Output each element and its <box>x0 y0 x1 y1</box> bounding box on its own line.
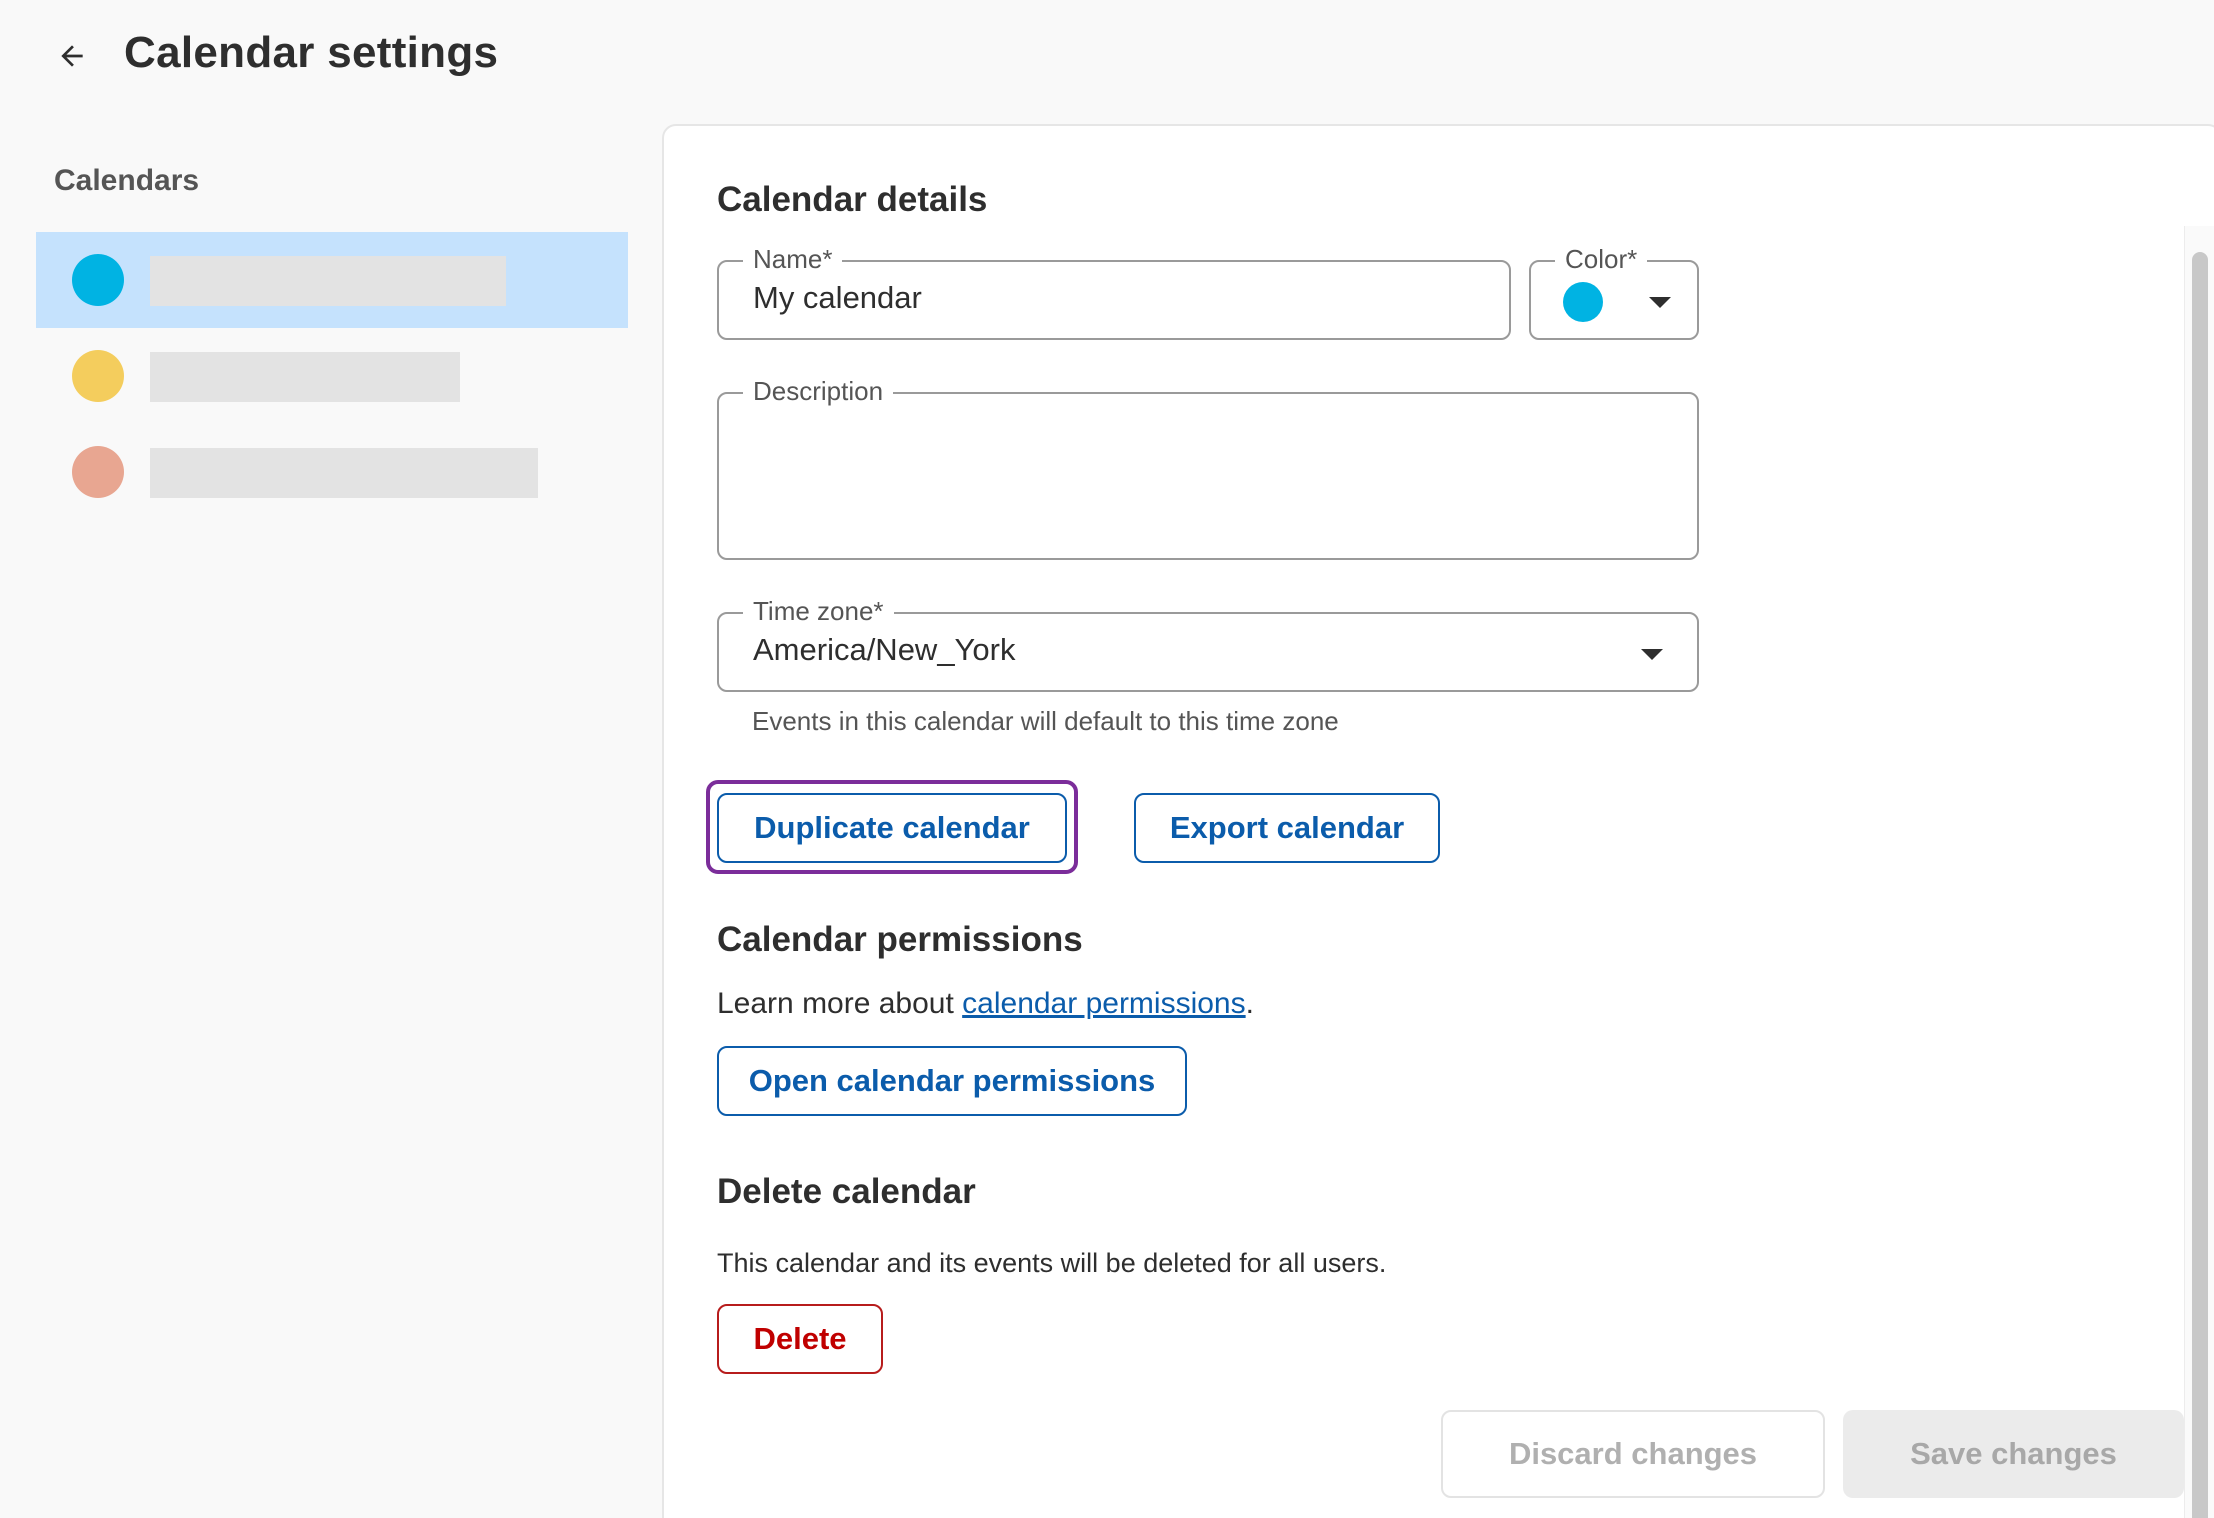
sidebar-title: Calendars <box>54 164 200 197</box>
description-field-label: Description <box>743 374 894 408</box>
delete-calendar-title: Delete calendar <box>717 1172 976 1211</box>
timezone-select[interactable]: Time zone* America/New_York <box>717 594 1699 692</box>
page-title: Calendar settings <box>124 28 499 77</box>
timezone-helper-text: Events in this calendar will default to … <box>752 706 1339 736</box>
sidebar-item-calendar-3[interactable] <box>36 424 628 520</box>
calendar-details-title: Calendar details <box>717 180 988 219</box>
arrow-left-icon <box>61 45 83 67</box>
page-header: Calendar settings <box>0 0 2214 110</box>
caret-down-icon <box>1649 297 1671 308</box>
calendar-name-placeholder <box>150 352 460 402</box>
open-calendar-permissions-button[interactable]: Open calendar permissions <box>717 1046 1187 1116</box>
timezone-value: America/New_York <box>753 632 1016 667</box>
panel-scrollbar[interactable] <box>2184 226 2214 1518</box>
back-button[interactable] <box>46 30 98 82</box>
sidebar-item-calendar-2[interactable] <box>36 328 628 424</box>
calendar-color-dot <box>72 350 124 402</box>
discard-changes-button[interactable]: Discard changes <box>1441 1410 1825 1498</box>
calendars-sidebar: Calendars <box>0 124 660 1518</box>
calendar-color-dot <box>72 446 124 498</box>
description-field[interactable]: Description <box>717 374 1699 560</box>
calendar-color-dot <box>72 254 124 306</box>
save-changes-button[interactable]: Save changes <box>1843 1410 2184 1498</box>
delete-warning-text: This calendar and its events will be del… <box>717 1248 1387 1278</box>
caret-down-icon <box>1641 649 1663 660</box>
delete-button[interactable]: Delete <box>717 1304 883 1374</box>
permissions-learn-more: Learn more about calendar permissions. <box>717 987 1254 1020</box>
timezone-field-label: Time zone* <box>743 594 894 628</box>
calendar-name-placeholder <box>150 448 538 498</box>
calendar-permissions-link[interactable]: calendar permissions <box>962 987 1245 1020</box>
name-field[interactable]: Name* My calendar <box>717 242 1511 340</box>
scrollbar-thumb[interactable] <box>2192 252 2208 1518</box>
color-field-label: Color* <box>1555 242 1648 276</box>
name-input-value[interactable]: My calendar <box>753 280 922 316</box>
selected-color-swatch <box>1563 282 1603 322</box>
calendar-permissions-title: Calendar permissions <box>717 920 1083 959</box>
sidebar-item-calendar-1[interactable] <box>36 232 628 328</box>
color-select[interactable]: Color* <box>1529 242 1699 340</box>
name-field-label: Name* <box>743 242 843 276</box>
export-calendar-button[interactable]: Export calendar <box>1134 793 1440 863</box>
duplicate-calendar-button[interactable]: Duplicate calendar <box>717 793 1067 863</box>
calendar-name-placeholder <box>150 256 506 306</box>
